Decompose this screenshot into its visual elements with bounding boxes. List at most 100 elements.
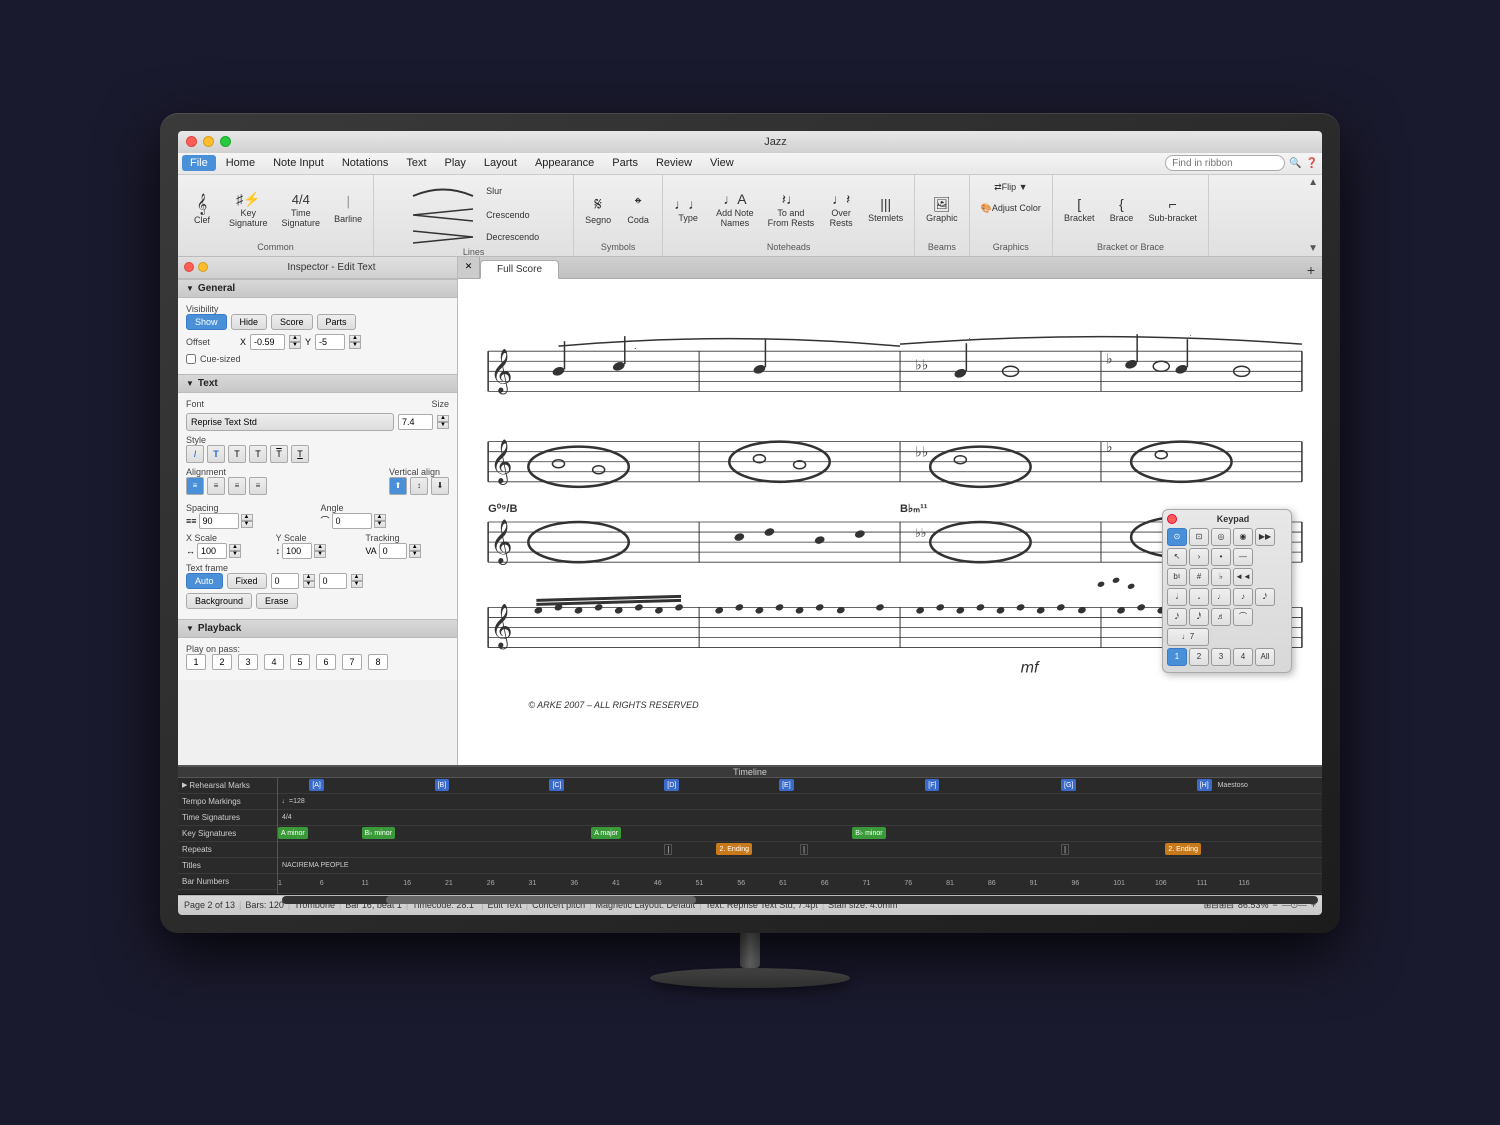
style-italic[interactable]: I	[186, 445, 204, 463]
fv1-spinner[interactable]: ▲ ▼	[303, 574, 315, 588]
ribbon-btn-segno[interactable]: 𝄋 Segno	[580, 192, 616, 228]
key-sigs-label[interactable]: Key Signatures	[178, 826, 277, 842]
kp-greater[interactable]: ›	[1189, 548, 1209, 566]
menu-play[interactable]: Play	[437, 155, 474, 171]
kp-sharp[interactable]: #	[1189, 568, 1209, 586]
sp-up[interactable]: ▲	[241, 514, 253, 521]
frame-val2-input[interactable]	[319, 573, 347, 589]
menu-text[interactable]: Text	[398, 155, 434, 171]
cue-sized-checkbox[interactable]	[186, 354, 196, 364]
ys-spinner[interactable]: ▲ ▼	[314, 544, 326, 558]
kp-64th[interactable]: 𝅘𝅥𝅰	[1189, 608, 1209, 626]
vert-align-top[interactable]: ⬆	[389, 477, 407, 495]
pass-4[interactable]: 4	[264, 654, 284, 670]
style-t4[interactable]: T	[270, 445, 288, 463]
an-down[interactable]: ▼	[374, 521, 386, 528]
offset-x-input[interactable]	[250, 334, 285, 350]
general-section-header[interactable]: ▼ General	[178, 279, 457, 298]
xscale-input[interactable]	[197, 543, 227, 559]
ribbon-down-icon[interactable]: ▼	[1308, 243, 1318, 254]
full-score-tab[interactable]: Full Score	[480, 260, 559, 279]
ribbon-btn-type[interactable]: ♩♩ Type	[669, 194, 707, 226]
pass-3[interactable]: 3	[238, 654, 258, 670]
show-button[interactable]: Show	[186, 314, 227, 330]
kp-bullet[interactable]: •	[1211, 548, 1231, 566]
pass-7[interactable]: 7	[342, 654, 362, 670]
spacing-input[interactable]	[199, 513, 239, 529]
menu-layout[interactable]: Layout	[476, 155, 525, 171]
inspector-minimize-btn[interactable]	[198, 262, 208, 272]
fv2-down[interactable]: ▼	[351, 581, 363, 588]
x-down[interactable]: ▼	[289, 342, 301, 349]
score-content[interactable]: 𝄞	[458, 279, 1322, 765]
kp-ff[interactable]: ▶▶	[1255, 528, 1275, 546]
y-up[interactable]: ▲	[349, 335, 361, 342]
close-button[interactable]	[186, 136, 197, 147]
inspector-close-btn[interactable]	[184, 262, 194, 272]
parts-button[interactable]: Parts	[317, 314, 356, 330]
tr-spinner[interactable]: ▲ ▼	[409, 544, 421, 558]
kp-circle[interactable]: ◉	[1233, 528, 1253, 546]
x-up[interactable]: ▲	[289, 335, 301, 342]
kp-natural[interactable]: b♮	[1167, 568, 1187, 586]
scrollbar-thumb[interactable]	[386, 896, 697, 904]
ribbon-btn-barline[interactable]: 𝄀 Barline	[329, 193, 367, 227]
style-bold[interactable]: T	[207, 445, 225, 463]
sp-down[interactable]: ▼	[241, 521, 253, 528]
menu-note-input[interactable]: Note Input	[265, 155, 332, 171]
align-right[interactable]: ≡	[228, 477, 246, 495]
kp-all[interactable]: All	[1255, 648, 1275, 666]
hide-button[interactable]: Hide	[231, 314, 268, 330]
kp-32nd[interactable]: 𝅘𝅥𝅯	[1167, 608, 1187, 626]
spacing-spinner[interactable]: ▲ ▼	[241, 514, 253, 528]
kp-pass-1[interactable]: 1	[1167, 648, 1187, 666]
kp-rewind[interactable]: ◄◄	[1233, 568, 1253, 586]
maximize-button[interactable]	[220, 136, 231, 147]
ribbon-btn-time-sig[interactable]: 4/4 TimeSignature	[277, 190, 326, 231]
ribbon-btn-adjust-color[interactable]: 🎨 Adjust Color	[976, 200, 1046, 217]
an-up[interactable]: ▲	[374, 514, 386, 521]
kp-dash[interactable]: —	[1233, 548, 1253, 566]
style-t2[interactable]: T	[228, 445, 246, 463]
size-up[interactable]: ▲	[437, 415, 449, 422]
ribbon-up-icon[interactable]: ▲	[1308, 177, 1318, 188]
minimize-button[interactable]	[203, 136, 214, 147]
ys-up[interactable]: ▲	[314, 544, 326, 551]
kp-whole[interactable]: 𝅗𝅥	[1167, 588, 1187, 606]
ribbon-btn-bracket[interactable]: [ Bracket	[1059, 194, 1100, 226]
pass-2[interactable]: 2	[212, 654, 232, 670]
offset-y-input[interactable]	[315, 334, 345, 350]
ribbon-btn-clef[interactable]: 𝄞 Clef	[184, 192, 220, 228]
ribbon-btn-flip[interactable]: ⇄ Flip ▼	[989, 179, 1032, 196]
pass-8[interactable]: 8	[368, 654, 388, 670]
ribbon-btn-over-rests[interactable]: ♩𝄽 OverRests	[823, 189, 859, 231]
menu-home[interactable]: Home	[218, 155, 263, 171]
tr-down[interactable]: ▼	[409, 551, 421, 558]
repeats-label[interactable]: Repeats	[178, 842, 277, 858]
time-sigs-label[interactable]: Time Signatures	[178, 810, 277, 826]
y-down[interactable]: ▼	[349, 342, 361, 349]
frame-fixed-btn[interactable]: Fixed	[227, 573, 267, 589]
align-left[interactable]: ≡	[186, 477, 204, 495]
pass-1[interactable]: 1	[186, 654, 206, 670]
ys-down[interactable]: ▼	[314, 551, 326, 558]
kp-pass-4[interactable]: 4	[1233, 648, 1253, 666]
kp-pass-2[interactable]: 2	[1189, 648, 1209, 666]
kp-tie[interactable]: ⌒	[1233, 608, 1253, 626]
size-spinner[interactable]: ▲ ▼	[437, 415, 449, 429]
ribbon-slur-row[interactable]: Slur	[408, 179, 502, 203]
align-justify[interactable]: ≡	[249, 477, 267, 495]
pass-5[interactable]: 5	[290, 654, 310, 670]
ribbon-btn-key-sig[interactable]: ♯⚡ KeySignature	[224, 189, 273, 231]
size-down[interactable]: ▼	[437, 422, 449, 429]
kp-dot[interactable]: ◎	[1211, 528, 1231, 546]
kp-sixteenth[interactable]: 𝅘𝅥𝅯	[1255, 588, 1275, 606]
tempo-markings-label[interactable]: Tempo Markings	[178, 794, 277, 810]
menu-view[interactable]: View	[702, 155, 742, 171]
fv1-down[interactable]: ▼	[303, 581, 315, 588]
align-center[interactable]: ≡	[207, 477, 225, 495]
playback-section-header[interactable]: ▼ Playback	[178, 619, 457, 638]
menu-appearance[interactable]: Appearance	[527, 155, 602, 171]
ribbon-btn-to-from-rests[interactable]: 𝄽♩ To andFrom Rests	[763, 189, 820, 231]
titles-label[interactable]: Titles	[178, 858, 277, 874]
